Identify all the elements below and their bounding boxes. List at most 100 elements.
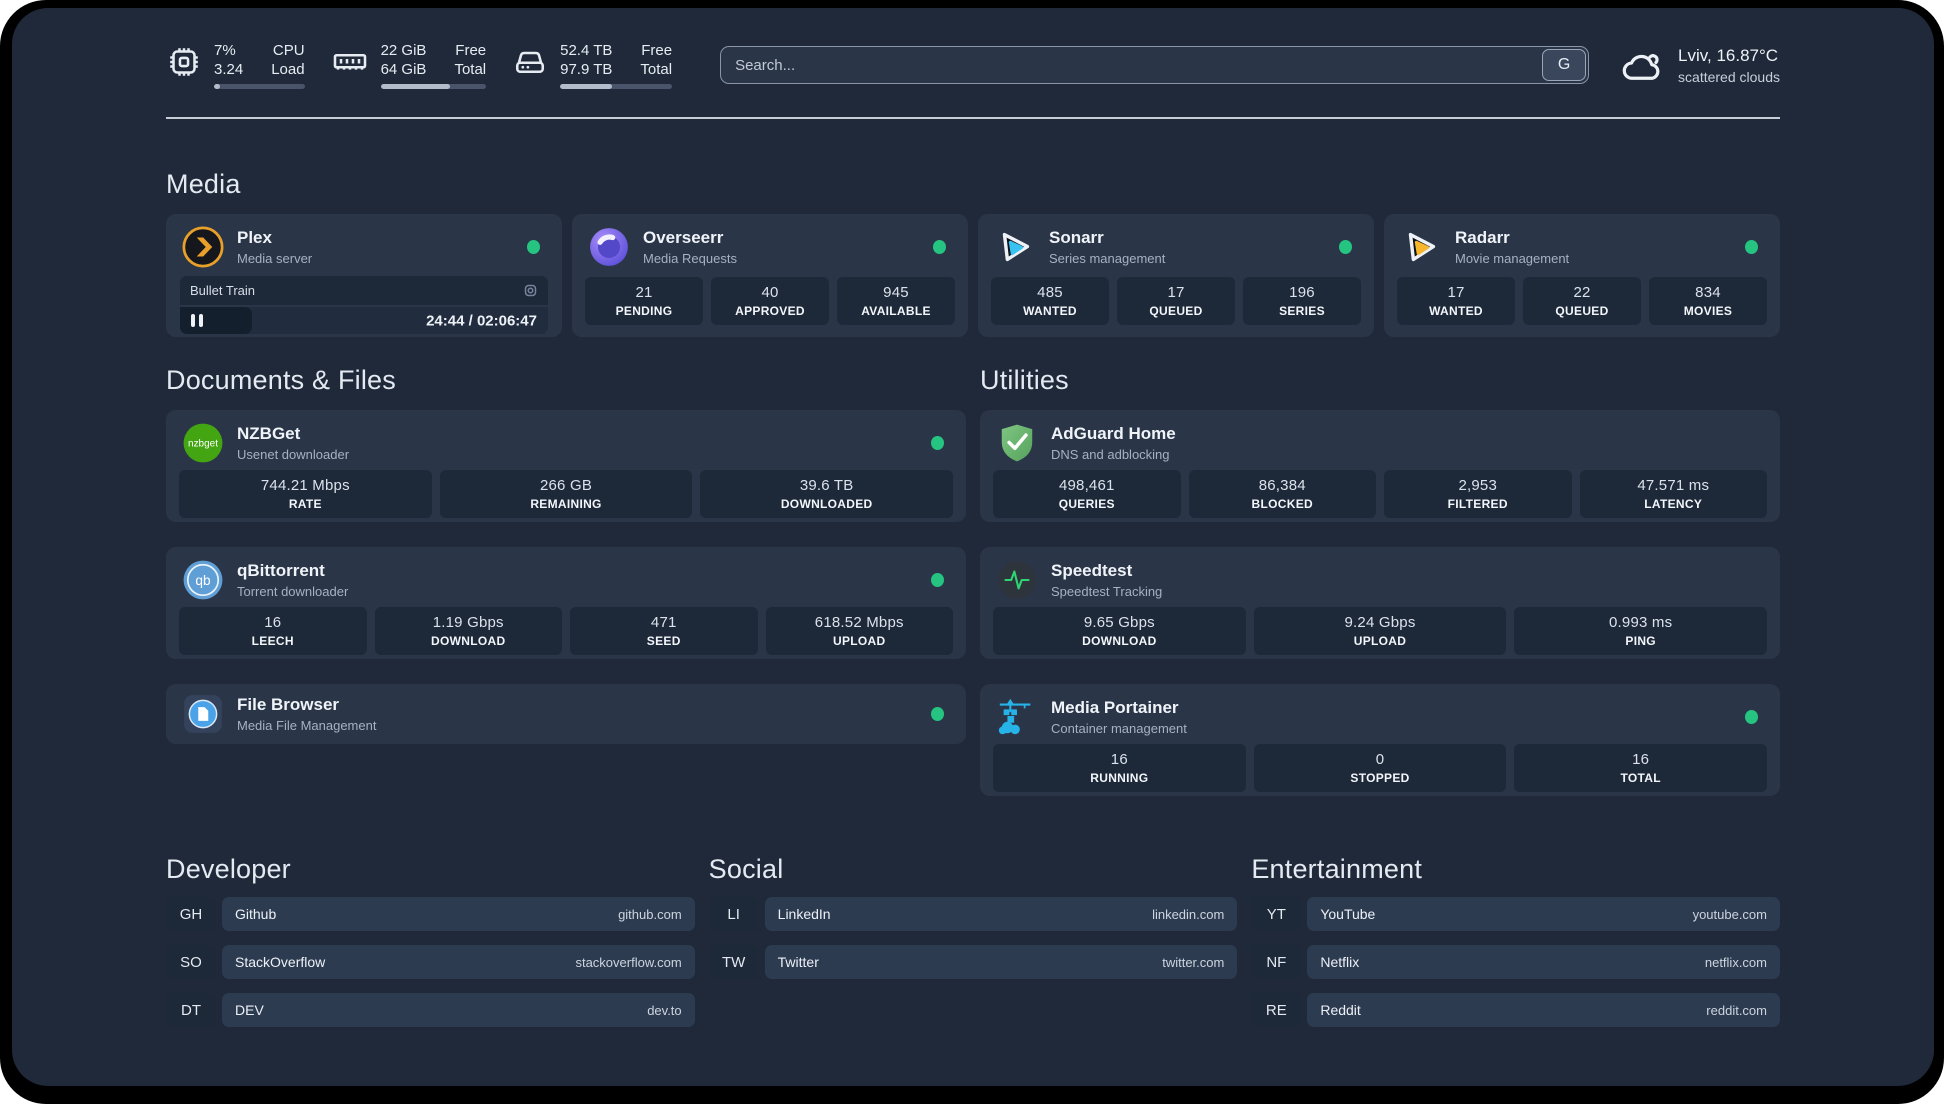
svg-text:nzbget: nzbget bbox=[188, 439, 218, 450]
bookmark-youtube[interactable]: YT YouTube youtube.com bbox=[1251, 897, 1780, 931]
bookmark-netflix[interactable]: NF Netflix netflix.com bbox=[1251, 945, 1780, 979]
bookmarks-area: Developer GH Github github.com SO StackO… bbox=[166, 854, 1780, 1071]
stat-box: 17 QUEUED bbox=[1117, 277, 1235, 325]
disk-free-value: 52.4 TB bbox=[560, 42, 613, 59]
app-name: qBittorrent bbox=[237, 561, 325, 580]
bookmark-name: Twitter bbox=[777, 954, 819, 970]
app-desc: Media server bbox=[237, 251, 313, 266]
app-desc: Series management bbox=[1049, 251, 1166, 266]
app-card-nzbget[interactable]: nzbget NZBGet Usenet downloader 744.21 M… bbox=[166, 410, 966, 522]
app-card-speedtest[interactable]: Speedtest Speedtest Tracking 9.65 Gbps DO… bbox=[980, 547, 1780, 659]
bookmark-url: dev.to bbox=[647, 1002, 682, 1018]
bookmark-reddit[interactable]: RE Reddit reddit.com bbox=[1251, 993, 1780, 1027]
cpu-icon bbox=[166, 44, 202, 80]
app-card-adguard[interactable]: AdGuard Home DNS and adblocking 498,461 Q… bbox=[980, 410, 1780, 522]
app-card-portainer[interactable]: Media Portainer Container management 16 R… bbox=[980, 684, 1780, 796]
stat-box: 2,953 FILTERED bbox=[1384, 470, 1572, 518]
search-input[interactable] bbox=[720, 46, 1590, 84]
radarr-icon bbox=[1400, 226, 1442, 268]
memory-widget: 22 GiB Free 64 GiB Total bbox=[331, 41, 487, 89]
speedtest-icon bbox=[996, 559, 1038, 601]
stat-box: 16 TOTAL bbox=[1514, 744, 1768, 792]
app-card-qbittorrent[interactable]: qb qBittorrent Torrent downloader 16 LEEC… bbox=[166, 547, 966, 659]
stat-box: 0.993 ms PING bbox=[1514, 607, 1768, 655]
app-card-overseerr[interactable]: Overseerr Media Requests 21 PENDING 40 APP… bbox=[572, 214, 968, 337]
status-dot bbox=[1745, 240, 1758, 254]
topbar-divider bbox=[166, 117, 1780, 119]
app-card-sonarr[interactable]: Sonarr Series management 485 WANTED 17 QUE… bbox=[978, 214, 1374, 337]
bookmark-abbr: DT bbox=[166, 993, 216, 1027]
bookmark-url: stackoverflow.com bbox=[575, 954, 682, 970]
utilities-column: Utilities AdGuard Home DNS and adblockin… bbox=[980, 365, 1780, 796]
bookmark-github[interactable]: GH Github github.com bbox=[166, 897, 695, 931]
ram-progress-fill bbox=[380, 84, 451, 89]
section-title-documents: Documents & Files bbox=[166, 365, 396, 395]
pause-button[interactable] bbox=[191, 314, 203, 327]
stat-box: 196 SERIES bbox=[1243, 277, 1361, 325]
app-desc: Speedtest Tracking bbox=[1051, 584, 1163, 599]
ram-label-top: Free bbox=[455, 42, 487, 59]
bookmark-name: Netflix bbox=[1320, 954, 1360, 970]
app-name: Media Portainer bbox=[1051, 698, 1179, 717]
cpu-progress-track bbox=[214, 84, 305, 89]
now-playing-title: Bullet Train bbox=[190, 283, 256, 298]
stat-box: 17 WANTED bbox=[1397, 277, 1515, 325]
bookmark-twitter[interactable]: TW Twitter twitter.com bbox=[708, 945, 1238, 979]
stat-box: 9.24 Gbps UPLOAD bbox=[1253, 607, 1507, 655]
status-dot bbox=[1745, 710, 1758, 724]
section-title-entertainment: Entertainment bbox=[1251, 854, 1423, 884]
app-card-plex[interactable]: Plex Media server Bullet Train 24:44 / 0… bbox=[166, 214, 562, 337]
adguard-icon bbox=[996, 422, 1038, 464]
cpu-label-bottom: Load bbox=[271, 61, 305, 78]
ram-total-value: 64 GiB bbox=[380, 61, 427, 78]
session-icon bbox=[523, 283, 538, 298]
bookmark-url: reddit.com bbox=[1706, 1002, 1767, 1018]
ram-icon bbox=[331, 44, 369, 80]
bookmark-group-entertainment: Entertainment YT YouTube youtube.com NF … bbox=[1251, 854, 1780, 1041]
disk-progress-track bbox=[560, 84, 673, 89]
stat-box: 945 AVAILABLE bbox=[837, 277, 955, 325]
ram-label-bottom: Total bbox=[454, 61, 487, 78]
app-name: File Browser bbox=[237, 695, 340, 714]
section-title-social: Social bbox=[708, 854, 784, 884]
section-title-utilities: Utilities bbox=[980, 365, 1069, 395]
app-desc: Media File Management bbox=[237, 718, 377, 733]
bookmark-abbr: TW bbox=[708, 945, 759, 979]
bookmark-name: DEV bbox=[235, 1002, 264, 1018]
app-card-filebrowser[interactable]: File Browser Media File Management bbox=[166, 684, 966, 744]
app-desc: Media Requests bbox=[643, 251, 737, 266]
bookmark-dev[interactable]: DT DEV dev.to bbox=[166, 993, 695, 1027]
playback-time: 24:44 / 02:06:47 bbox=[426, 312, 537, 329]
bookmark-url: youtube.com bbox=[1692, 906, 1767, 922]
cpu-label-top: CPU bbox=[272, 42, 305, 59]
app-desc: Movie management bbox=[1455, 251, 1570, 266]
plex-icon bbox=[182, 226, 224, 268]
status-dot bbox=[931, 707, 944, 721]
filebrowser-icon bbox=[182, 693, 224, 735]
disk-total-value: 97.9 TB bbox=[560, 61, 613, 78]
playback-progress-fill bbox=[180, 307, 252, 334]
stat-box: 744.21 Mbps RATE bbox=[179, 470, 432, 518]
sonarr-icon bbox=[994, 226, 1036, 268]
stat-box: 40 APPROVED bbox=[711, 277, 829, 325]
bookmark-abbr: NF bbox=[1251, 945, 1302, 979]
bookmark-name: Github bbox=[235, 906, 277, 922]
stat-box: 86,384 BLOCKED bbox=[1188, 470, 1376, 518]
app-card-radarr[interactable]: Radarr Movie management 17 WANTED 22 QUEUE… bbox=[1384, 214, 1780, 337]
bookmark-group-developer: Developer GH Github github.com SO StackO… bbox=[166, 854, 695, 1041]
nzbget-icon: nzbget bbox=[182, 422, 224, 464]
bookmark-stackoverflow[interactable]: SO StackOverflow stackoverflow.com bbox=[166, 945, 695, 979]
bookmark-linkedin[interactable]: LI LinkedIn linkedin.com bbox=[708, 897, 1238, 931]
app-name: AdGuard Home bbox=[1051, 424, 1176, 443]
bookmark-name: LinkedIn bbox=[777, 906, 831, 922]
stat-box: 266 GB REMAINING bbox=[439, 470, 693, 518]
svg-text:qb: qb bbox=[195, 573, 211, 588]
status-dot bbox=[933, 240, 946, 254]
search-engine-button[interactable]: G bbox=[1542, 49, 1587, 81]
media-grid: Plex Media server Bullet Train 24:44 / 0… bbox=[166, 214, 1780, 337]
cpu-percent: 7% bbox=[214, 42, 236, 59]
overseerr-icon bbox=[588, 226, 630, 268]
status-dot bbox=[931, 573, 944, 587]
app-name: Overseerr bbox=[643, 228, 724, 247]
search-bar: G bbox=[720, 46, 1590, 84]
